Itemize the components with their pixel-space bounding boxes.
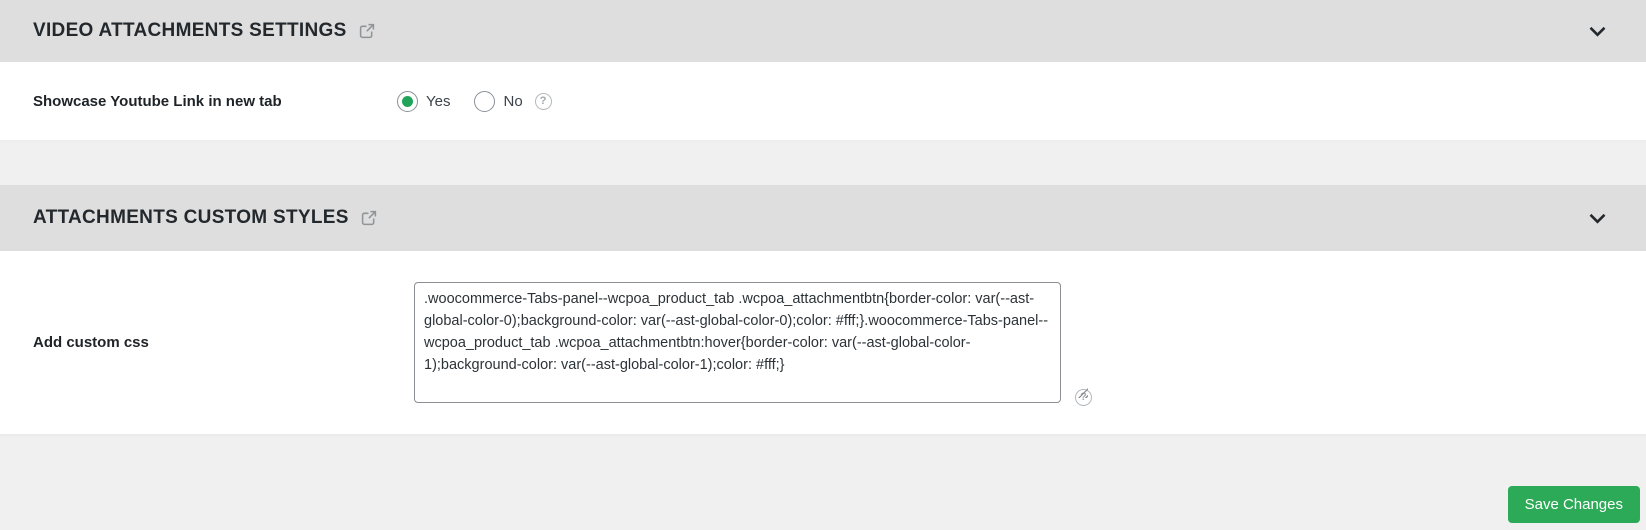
help-icon[interactable]: ? xyxy=(1075,389,1092,406)
section-header-custom-styles: ATTACHMENTS CUSTOM STYLES xyxy=(0,185,1646,251)
radio-yes-label: Yes xyxy=(426,92,451,110)
save-changes-button[interactable]: Save Changes xyxy=(1507,486,1640,523)
radio-selected-dot xyxy=(402,95,413,107)
setting-label: Showcase Youtube Link in new tab xyxy=(33,92,282,110)
custom-css-textarea[interactable]: .woocommerce-Tabs-panel--wcpoa_product_t… xyxy=(414,282,1061,403)
external-link-icon[interactable] xyxy=(358,22,376,40)
section-header-video-attachments: VIDEO ATTACHMENTS SETTINGS xyxy=(0,0,1646,62)
section-title-video-attachments: VIDEO ATTACHMENTS SETTINGS xyxy=(33,20,347,41)
radio-option-no[interactable]: No xyxy=(474,90,523,112)
chevron-down-icon[interactable] xyxy=(1589,26,1606,37)
custom-css-row: Add custom css .woocommerce-Tabs-panel--… xyxy=(0,251,1646,434)
help-icon[interactable]: ? xyxy=(534,92,552,110)
section-title-custom-styles: ATTACHMENTS CUSTOM STYLES xyxy=(33,207,349,228)
footer-bar: Save Changes xyxy=(0,434,1646,530)
radio-yes[interactable] xyxy=(397,90,418,112)
radio-option-yes[interactable]: Yes xyxy=(397,90,451,112)
chevron-down-icon[interactable] xyxy=(1589,213,1606,224)
setting-label: Add custom css xyxy=(33,334,149,351)
radio-group-showcase-new-tab: Yes No ? xyxy=(397,90,552,112)
section-gap xyxy=(0,140,1646,185)
custom-css-field-wrap: .woocommerce-Tabs-panel--wcpoa_product_t… xyxy=(414,282,1092,406)
radio-no-label: No xyxy=(503,92,523,110)
video-settings-row: Showcase Youtube Link in new tab Yes No … xyxy=(0,62,1646,140)
external-link-icon[interactable] xyxy=(360,209,378,227)
radio-no[interactable] xyxy=(474,90,496,112)
